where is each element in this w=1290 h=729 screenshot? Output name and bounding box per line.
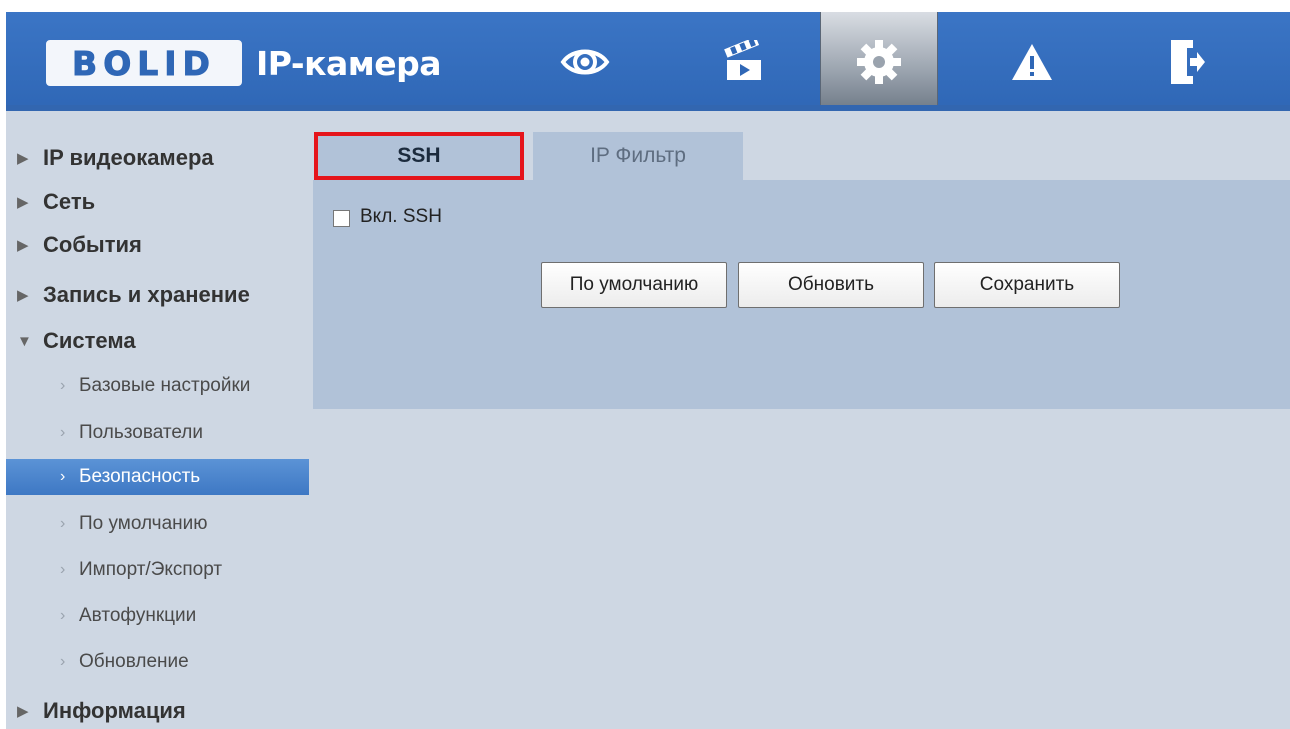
sidebar-item-basic-settings[interactable]: › Базовые настройки <box>6 368 309 404</box>
collapsed-triangle-icon: ▶ <box>17 194 29 211</box>
collapsed-triangle-icon: ▶ <box>17 237 29 254</box>
alarm-nav-button[interactable] <box>973 12 1091 111</box>
sidebar-section-label: Информация <box>43 698 186 723</box>
sidebar-item-label: По умолчанию <box>79 513 208 534</box>
collapsed-triangle-icon: ▶ <box>17 703 29 720</box>
ssh-settings-panel: Вкл. SSH По умолчанию Обновить Сохранить <box>313 180 1290 409</box>
gear-icon <box>857 39 901 84</box>
sidebar-item-label: Пользователи <box>79 422 204 443</box>
sidebar-item-users[interactable]: › Пользователи <box>6 415 309 451</box>
logout-icon <box>1171 39 1205 84</box>
sidebar-section-label: Сеть <box>43 189 96 214</box>
clapperboard-icon <box>724 39 761 80</box>
collapsed-triangle-icon: ▶ <box>17 150 29 167</box>
sidebar-section-ip-camera[interactable]: ▶ IP видеокамера <box>17 138 214 178</box>
sidebar-item-update[interactable]: › Обновление <box>6 644 309 680</box>
eye-icon <box>560 49 610 74</box>
chevron-right-icon: › <box>60 468 66 485</box>
sidebar-section-system[interactable]: ▼ Система <box>17 321 136 361</box>
logout-nav-button[interactable] <box>1128 12 1246 111</box>
sidebar-section-network[interactable]: ▶ Сеть <box>17 182 95 222</box>
chevron-right-icon: › <box>60 424 66 441</box>
save-button[interactable]: Сохранить <box>934 262 1120 308</box>
sidebar-item-import-export[interactable]: › Импорт/Экспорт <box>6 552 309 588</box>
main-content: SSH IP Фильтр Вкл. SSH По умолчанию Обно… <box>309 111 1290 729</box>
sidebar-section-information[interactable]: ▶ Информация <box>17 691 186 729</box>
sidebar-item-label: Обновление <box>79 651 189 672</box>
top-header: BOLID IP-камера <box>6 12 1290 111</box>
tab-ip-filter[interactable]: IP Фильтр <box>533 132 743 180</box>
settings-nav-button[interactable] <box>820 12 938 111</box>
enable-ssh-label: Вкл. SSH <box>360 206 442 227</box>
default-button[interactable]: По умолчанию <box>541 262 727 308</box>
sidebar-item-security[interactable]: › Безопасность <box>6 459 309 495</box>
playback-nav-button[interactable] <box>686 12 804 111</box>
sidebar-item-label: Автофункции <box>79 605 197 626</box>
tab-ssh[interactable]: SSH <box>314 132 524 180</box>
sidebar: ▶ IP видеокамера ▶ Сеть ▶ События ▶ Запи… <box>6 111 309 729</box>
enable-ssh-checkbox[interactable] <box>333 210 350 227</box>
app-title: IP-камера <box>256 44 442 83</box>
chevron-right-icon: › <box>60 653 66 670</box>
logo-text: BOLID <box>72 43 216 83</box>
sidebar-item-label: Безопасность <box>79 466 201 487</box>
sidebar-section-storage[interactable]: ▶ Запись и хранение <box>17 275 250 315</box>
sidebar-item-label: Базовые настройки <box>79 375 251 396</box>
sidebar-item-label: Импорт/Экспорт <box>79 559 223 580</box>
warning-icon <box>1012 43 1052 80</box>
chevron-right-icon: › <box>60 561 66 578</box>
sidebar-section-events[interactable]: ▶ События <box>17 225 142 265</box>
sidebar-section-label: IP видеокамера <box>43 145 214 170</box>
bolid-logo: BOLID <box>46 40 242 86</box>
chevron-right-icon: › <box>60 607 66 624</box>
sidebar-item-defaults[interactable]: › По умолчанию <box>6 506 309 542</box>
sidebar-section-label: События <box>43 232 142 257</box>
expanded-triangle-icon: ▼ <box>17 332 32 350</box>
sidebar-section-label: Запись и хранение <box>43 282 250 307</box>
collapsed-triangle-icon: ▶ <box>17 287 29 304</box>
live-view-nav-button[interactable] <box>526 12 644 111</box>
chevron-right-icon: › <box>60 515 66 532</box>
sidebar-section-label: Система <box>43 328 136 353</box>
chevron-right-icon: › <box>60 377 66 394</box>
sidebar-item-auto-functions[interactable]: › Автофункции <box>6 598 309 634</box>
refresh-button[interactable]: Обновить <box>738 262 924 308</box>
